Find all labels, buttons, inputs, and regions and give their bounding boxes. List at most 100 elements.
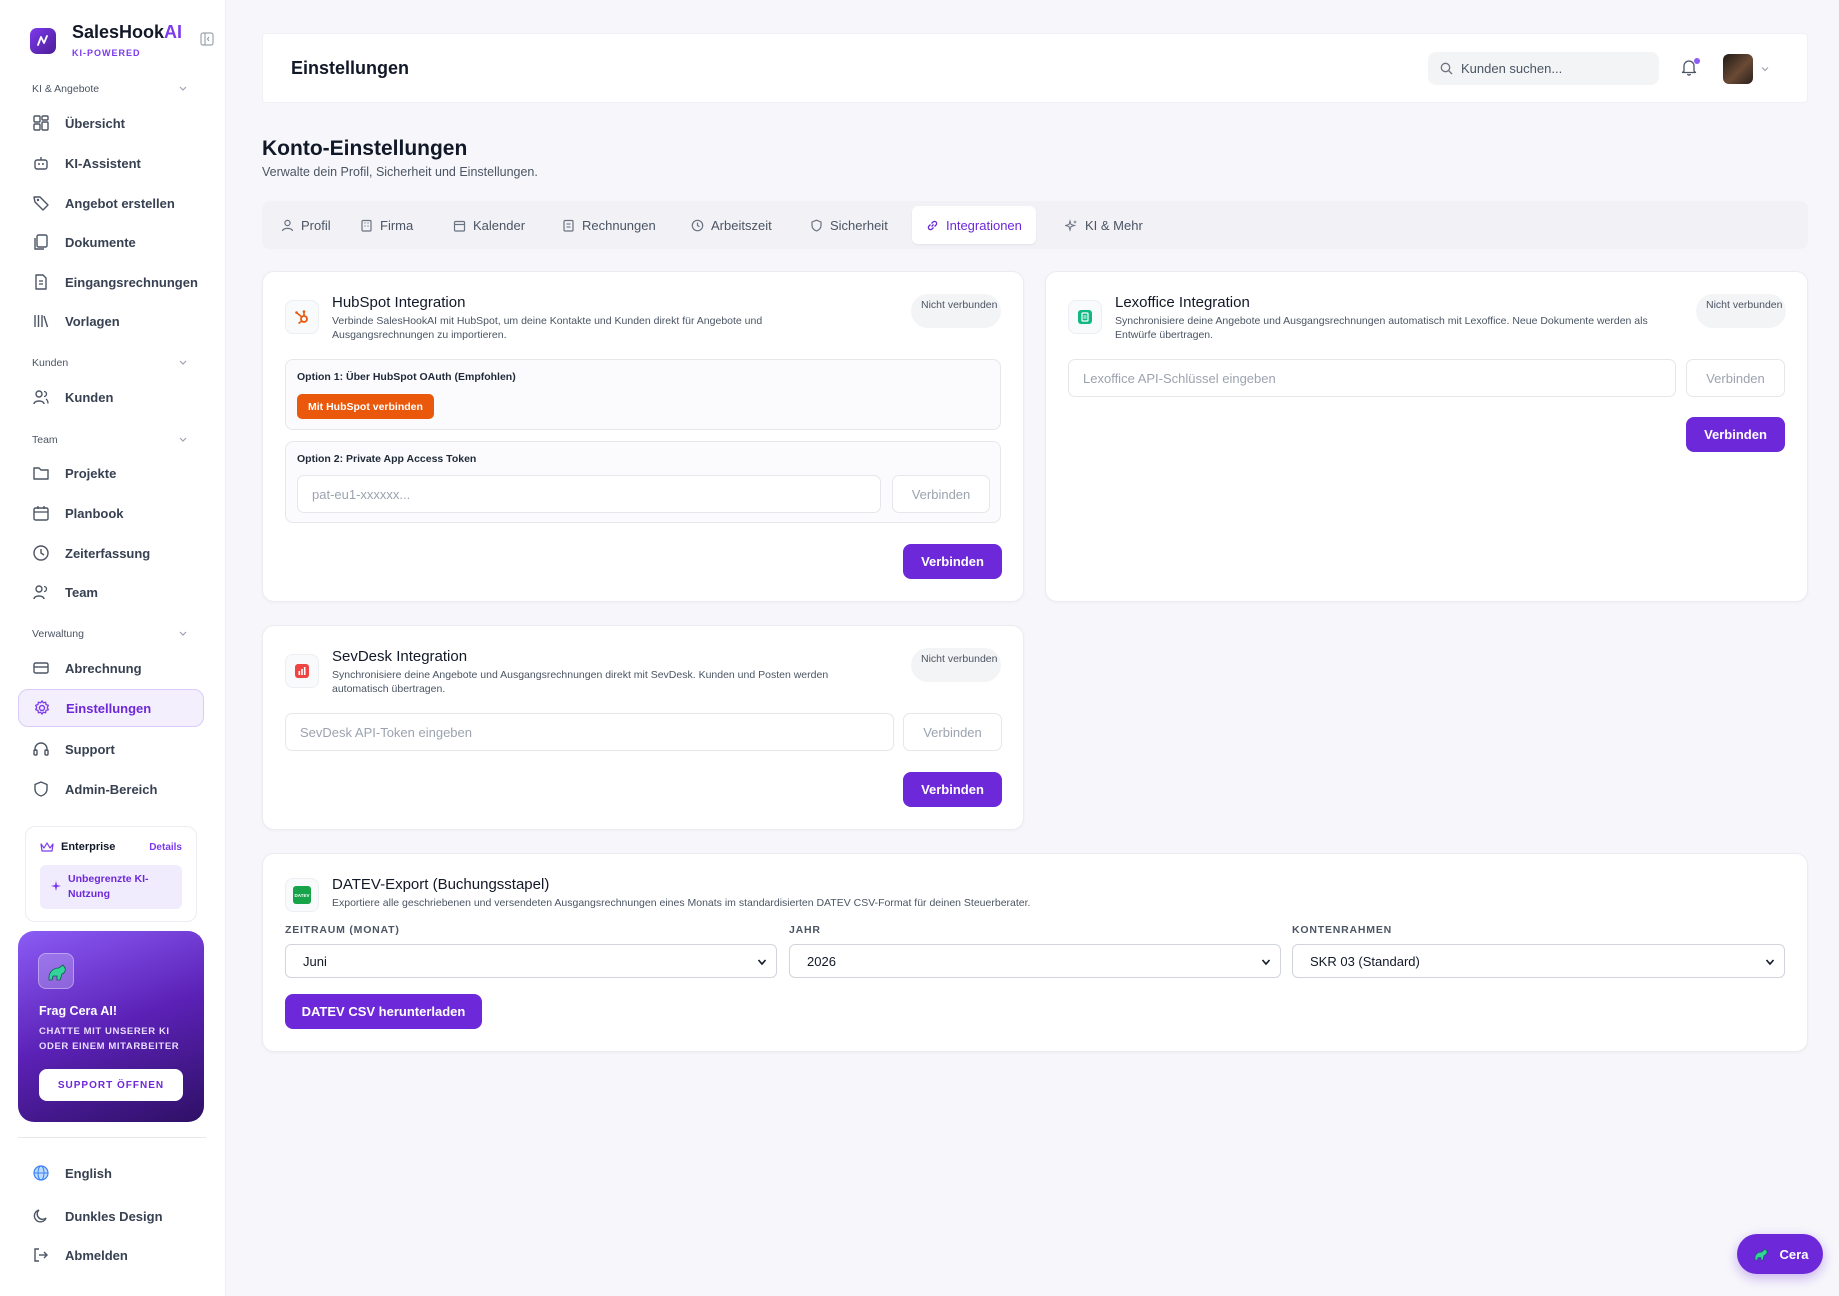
sidebar-item-label: Dokumente <box>65 234 136 250</box>
chevron-down-icon <box>1261 959 1271 966</box>
sidebar-item-projekte[interactable]: Projekte <box>18 454 204 492</box>
section-verwaltung[interactable]: Verwaltung <box>32 628 188 640</box>
cera-chat-button[interactable]: Cera <box>1737 1234 1823 1274</box>
sevdesk-token-input[interactable] <box>285 713 894 751</box>
clock-icon <box>691 219 704 231</box>
support-open-button[interactable]: SUPPORT ÖFFNEN <box>39 1069 183 1101</box>
clock-icon <box>33 545 49 561</box>
sidebar-item-dark-mode[interactable]: Dunkles Design <box>18 1197 204 1235</box>
sidebar-item-vorlagen[interactable]: Vorlagen <box>18 302 204 340</box>
plan-details-link[interactable]: Details <box>149 842 182 853</box>
status-badge: Nicht verbunden <box>911 294 1001 328</box>
datev-download-button[interactable]: DATEV CSV herunterladen <box>285 994 482 1029</box>
hubspot-connect-button[interactable]: Verbinden <box>903 544 1002 579</box>
sidebar-item-einstellungen[interactable]: Einstellungen <box>18 689 204 727</box>
svg-text:DATEV: DATEV <box>295 893 310 898</box>
lexoffice-description: Synchronisiere deine Angebote und Ausgan… <box>1115 315 1648 341</box>
sidebar-item-team[interactable]: Team <box>18 573 204 611</box>
robot-icon <box>34 157 48 170</box>
option-label: Option 1: Über HubSpot OAuth (Empfohlen) <box>297 371 516 383</box>
sidebar-item-planbook[interactable]: Planbook <box>18 494 204 532</box>
year-select[interactable]: 2026 <box>789 944 1281 978</box>
user-avatar[interactable] <box>1723 54 1753 84</box>
hubspot-icon <box>285 300 319 334</box>
link-icon <box>927 220 938 230</box>
chevron-down-icon <box>179 437 187 442</box>
sidebar-item-label: Support <box>65 741 115 757</box>
hubspot-token-input[interactable] <box>297 475 881 513</box>
sidebar-item-label: Projekte <box>65 465 117 481</box>
section-ki-angebote[interactable]: KI & Angebote <box>32 83 188 95</box>
tab-profil[interactable]: Profil <box>267 206 345 244</box>
moon-icon <box>33 1209 47 1223</box>
month-select[interactable]: Juni <box>285 944 777 978</box>
tab-kalender[interactable]: Kalender <box>439 206 539 244</box>
tab-ki-mehr[interactable]: KI & Mehr <box>1051 206 1157 244</box>
folder-icon <box>33 467 49 480</box>
hubspot-title: HubSpot Integration <box>332 294 466 311</box>
sevdesk-inline-connect-button[interactable]: Verbinden <box>903 713 1002 751</box>
tab-firma[interactable]: Firma <box>346 206 427 244</box>
chart-of-accounts-select[interactable]: SKR 03 (Standard) <box>1292 944 1785 978</box>
building-icon <box>361 219 372 232</box>
option-label: Option 2: Private App Access Token <box>297 453 477 465</box>
brand-logo-icon <box>30 28 56 54</box>
sidebar-item-admin-bereich[interactable]: Admin-Bereich <box>18 770 204 808</box>
datev-description: Exportiere alle geschriebenen und versen… <box>332 897 1031 909</box>
hubspot-token-connect-button[interactable]: Verbinden <box>892 475 990 513</box>
status-badge: Nicht verbunden <box>1696 294 1786 328</box>
year-field-label: JAHR <box>789 924 821 936</box>
chevron-down-icon <box>179 86 187 91</box>
cera-dino-icon <box>1754 1248 1767 1261</box>
lexoffice-api-key-input[interactable] <box>1068 359 1676 397</box>
sidebar-item-angebot-erstellen[interactable]: Angebot erstellen <box>18 184 204 222</box>
sidebar-item-dokumente[interactable]: Dokumente <box>18 223 204 261</box>
chevron-down-icon[interactable] <box>1760 64 1770 74</box>
sidebar-item-kunden[interactable]: Kunden <box>18 378 204 416</box>
notification-dot <box>1694 58 1700 64</box>
lexoffice-connect-button[interactable]: Verbinden <box>1686 417 1785 452</box>
shield-icon <box>811 219 822 232</box>
section-kunden[interactable]: Kunden <box>32 357 188 369</box>
search-input[interactable] <box>1461 61 1651 76</box>
sidebar-item-ki-assistent[interactable]: KI-Assistent <box>18 144 204 182</box>
user-icon <box>281 219 294 231</box>
sidebar-item-zeiterfassung[interactable]: Zeiterfassung <box>18 534 204 572</box>
tab-arbeitszeit[interactable]: Arbeitszeit <box>677 206 786 244</box>
tab-sicherheit[interactable]: Sicherheit <box>796 206 902 244</box>
sparkle-icon <box>51 881 61 891</box>
brand[interactable]: SalesHookAI KI-POWERED <box>30 22 220 62</box>
search-box[interactable] <box>1428 52 1659 85</box>
chevron-down-icon <box>179 360 187 365</box>
page-subtitle: Verwalte dein Profil, Sicherheit und Ein… <box>262 165 538 179</box>
tag-icon <box>33 196 49 211</box>
hubspot-oauth-button[interactable]: Mit HubSpot verbinden <box>297 394 434 419</box>
receipt-icon <box>35 274 47 290</box>
sidebar-item-label: Abmelden <box>65 1247 128 1263</box>
sidebar-item-support[interactable]: Support <box>18 730 204 768</box>
sidebar-item-uebersicht[interactable]: Übersicht <box>18 104 204 142</box>
brand-tagline: KI-POWERED <box>72 48 141 58</box>
calendar-icon <box>453 220 466 232</box>
dashboard-icon <box>33 115 49 131</box>
documents-icon <box>34 234 48 250</box>
sidebar-item-abrechnung[interactable]: Abrechnung <box>18 649 204 687</box>
gear-icon <box>35 700 49 715</box>
sevdesk-connect-button[interactable]: Verbinden <box>903 772 1002 807</box>
plan-name: Enterprise <box>61 841 116 853</box>
tab-integrationen[interactable]: Integrationen <box>912 206 1036 244</box>
chevron-down-icon <box>757 959 767 966</box>
sidebar-item-language[interactable]: English <box>18 1154 204 1192</box>
sidebar-item-logout[interactable]: Abmelden <box>18 1236 204 1274</box>
cera-ai-card: Frag Cera AI! CHATTE MIT UNSERER KI ODER… <box>18 931 204 1122</box>
section-team[interactable]: Team <box>32 434 188 446</box>
sidebar-item-eingangsrechnungen[interactable]: Eingangsrechnungen <box>18 263 204 301</box>
sidebar: SalesHookAI KI-POWERED KI & Angebote Übe… <box>0 0 226 1296</box>
plan-box: Enterprise Details Unbegrenzte KI-Nutzun… <box>25 826 197 922</box>
page-title: Konto-Einstellungen <box>262 137 468 160</box>
lexoffice-inline-connect-button[interactable]: Verbinden <box>1686 359 1785 397</box>
chevron-down-icon <box>1765 959 1775 966</box>
sidebar-collapse-icon[interactable] <box>200 32 214 51</box>
tab-rechnungen[interactable]: Rechnungen <box>548 206 670 244</box>
users-icon <box>33 390 49 405</box>
